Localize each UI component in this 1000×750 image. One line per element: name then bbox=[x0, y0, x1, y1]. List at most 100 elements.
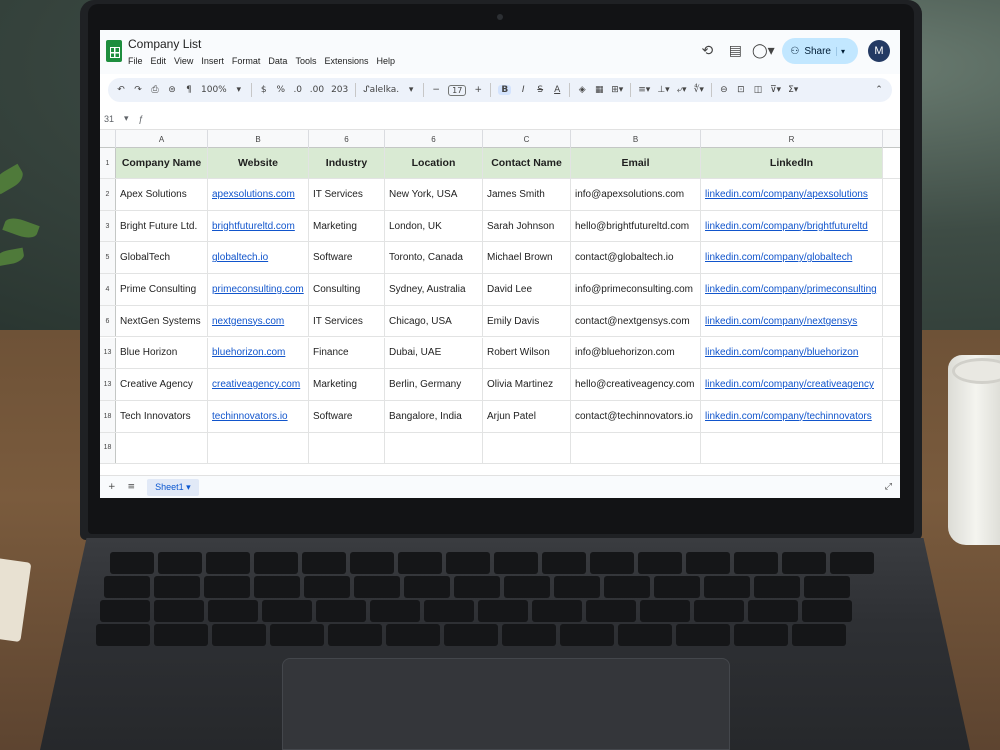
meet-icon[interactable]: ◯▾ bbox=[752, 42, 775, 60]
linkedin-link[interactable]: linkedin.com/company/techinnovators bbox=[705, 411, 872, 422]
cell-contact[interactable]: Arjun Patel bbox=[483, 400, 571, 432]
font-select[interactable]: ᔑalelka. bbox=[363, 85, 399, 95]
cell-company[interactable]: Creative Agency bbox=[116, 369, 208, 400]
cell-contact[interactable] bbox=[483, 432, 571, 464]
column-header[interactable]: B bbox=[208, 130, 309, 148]
collapse-toolbar-icon[interactable]: ⌃ bbox=[874, 85, 884, 95]
cell-industry[interactable]: Marketing bbox=[309, 369, 385, 400]
all-sheets-icon[interactable]: ≡ bbox=[128, 482, 136, 492]
linkedin-link[interactable]: linkedin.com/company/primeconsulting bbox=[705, 284, 877, 295]
document-title[interactable]: Company List bbox=[128, 37, 201, 51]
cell-industry[interactable]: Software bbox=[309, 400, 385, 432]
linkedin-link[interactable]: linkedin.com/company/globaltech bbox=[705, 252, 852, 263]
add-sheet-icon[interactable]: + bbox=[108, 482, 116, 492]
vertical-align-icon[interactable]: ⊥▾ bbox=[657, 85, 669, 95]
percent-format-button[interactable]: % bbox=[276, 85, 286, 95]
linkedin-link[interactable]: linkedin.com/company/creativeagency bbox=[705, 379, 874, 390]
cell-location[interactable]: Toronto, Canada bbox=[385, 242, 483, 274]
cell-location[interactable] bbox=[385, 432, 483, 464]
website-link[interactable]: techinnovators.io bbox=[212, 411, 288, 422]
redo-icon[interactable]: ↷ bbox=[133, 85, 143, 95]
menu-extensions[interactable]: Extensions bbox=[324, 56, 368, 66]
cell-email[interactable]: hello@creativeagency.com bbox=[571, 369, 701, 400]
menu-file[interactable]: File bbox=[128, 56, 143, 66]
paint-format-icon[interactable]: ¶ bbox=[184, 85, 194, 95]
cell-website[interactable] bbox=[208, 432, 309, 464]
text-wrap-icon[interactable]: ⤶▾ bbox=[677, 85, 687, 95]
row-number[interactable]: 6 bbox=[100, 305, 116, 337]
header-cell[interactable]: Email bbox=[571, 148, 701, 178]
cell-email[interactable]: info@primeconsulting.com bbox=[571, 274, 701, 305]
header-cell[interactable]: Website bbox=[208, 148, 309, 178]
avatar[interactable]: M bbox=[868, 40, 890, 62]
explore-icon[interactable]: ⤢ bbox=[885, 482, 892, 492]
insert-comment-icon[interactable]: ⊡ bbox=[736, 85, 746, 95]
cell-location[interactable]: Chicago, USA bbox=[385, 305, 483, 337]
cell-contact[interactable]: Michael Brown bbox=[483, 242, 571, 274]
chevron-down-icon[interactable]: ▾ bbox=[124, 113, 129, 124]
cell-contact[interactable]: Robert Wilson bbox=[483, 337, 571, 369]
header-cell[interactable]: Industry bbox=[309, 148, 385, 178]
menu-format[interactable]: Format bbox=[232, 56, 261, 66]
cell-contact[interactable]: Olivia Martinez bbox=[483, 369, 571, 400]
sheet-tab[interactable]: Sheet1 ▾ bbox=[147, 478, 199, 496]
website-link[interactable]: apexsolutions.com bbox=[212, 189, 295, 200]
select-all-corner[interactable] bbox=[100, 130, 116, 148]
italic-button[interactable]: I bbox=[518, 85, 528, 95]
cell-email[interactable]: contact@globaltech.io bbox=[571, 242, 701, 274]
cell-industry[interactable]: IT Services bbox=[309, 305, 385, 337]
spell-check-icon[interactable]: ⊜ bbox=[167, 85, 177, 95]
row-number[interactable]: 4 bbox=[100, 274, 116, 305]
cell-email[interactable]: info@bluehorizon.com bbox=[571, 337, 701, 369]
row-number[interactable]: 1 bbox=[100, 148, 116, 178]
cell-contact[interactable]: Emily Davis bbox=[483, 305, 571, 337]
cell-location[interactable]: Berlin, Germany bbox=[385, 369, 483, 400]
website-link[interactable]: creativeagency.com bbox=[212, 379, 300, 390]
header-cell[interactable]: LinkedIn bbox=[701, 148, 883, 178]
decrease-font-size-button[interactable]: − bbox=[431, 85, 441, 95]
row-number[interactable]: 5 bbox=[100, 242, 116, 274]
cell-company[interactable]: Bright Future Ltd. bbox=[116, 210, 208, 242]
menu-edit[interactable]: Edit bbox=[151, 56, 167, 66]
column-header[interactable]: C bbox=[483, 130, 571, 148]
strikethrough-button[interactable]: S bbox=[535, 85, 545, 95]
cell-contact[interactable]: David Lee bbox=[483, 274, 571, 305]
text-color-button[interactable]: A bbox=[552, 85, 562, 95]
cell-linkedin[interactable]: linkedin.com/company/primeconsulting bbox=[701, 274, 883, 305]
menu-tools[interactable]: Tools bbox=[295, 56, 316, 66]
sheets-logo-icon[interactable] bbox=[106, 40, 122, 62]
cell-website[interactable]: creativeagency.com bbox=[208, 369, 309, 400]
website-link[interactable]: nextgensys.com bbox=[212, 316, 284, 327]
cell-industry[interactable] bbox=[309, 432, 385, 464]
history-icon[interactable]: ⟲ bbox=[698, 42, 716, 60]
row-number[interactable]: 13 bbox=[100, 369, 116, 400]
cell-website[interactable]: bluehorizon.com bbox=[208, 337, 309, 369]
touchpad[interactable] bbox=[282, 658, 730, 750]
linkedin-link[interactable]: linkedin.com/company/nextgensys bbox=[705, 316, 857, 327]
borders-icon[interactable]: ▦ bbox=[594, 85, 604, 95]
filter-icon[interactable]: ⊽▾ bbox=[770, 85, 781, 95]
increase-font-size-button[interactable]: + bbox=[473, 85, 483, 95]
row-number[interactable]: 3 bbox=[100, 210, 116, 242]
cell-website[interactable]: techinnovators.io bbox=[208, 400, 309, 432]
cell-linkedin[interactable]: linkedin.com/company/nextgensys bbox=[701, 305, 883, 337]
cell-location[interactable]: London, UK bbox=[385, 210, 483, 242]
menu-data[interactable]: Data bbox=[268, 56, 287, 66]
header-cell[interactable]: Location bbox=[385, 148, 483, 178]
cell-linkedin[interactable]: linkedin.com/company/apexsolutions bbox=[701, 179, 883, 210]
cell-industry[interactable]: Finance bbox=[309, 337, 385, 369]
insert-chart-icon[interactable]: ◫ bbox=[753, 85, 763, 95]
cell-email[interactable]: contact@nextgensys.com bbox=[571, 305, 701, 337]
header-cell[interactable]: Contact Name bbox=[483, 148, 571, 178]
share-button[interactable]: ⚇ Share ▾ bbox=[782, 38, 858, 64]
chevron-down-icon[interactable]: ▾ bbox=[836, 46, 850, 56]
website-link[interactable]: bluehorizon.com bbox=[212, 347, 285, 358]
linkedin-link[interactable]: linkedin.com/company/apexsolutions bbox=[705, 189, 868, 200]
fill-color-icon[interactable]: ◈ bbox=[577, 85, 587, 95]
cell-website[interactable]: globaltech.io bbox=[208, 242, 309, 274]
cell-company[interactable]: Blue Horizon bbox=[116, 337, 208, 369]
cell-industry[interactable]: Software bbox=[309, 242, 385, 274]
cell-email[interactable] bbox=[571, 432, 701, 464]
website-link[interactable]: primeconsulting.com bbox=[212, 284, 304, 295]
bold-button[interactable]: B bbox=[498, 85, 512, 95]
